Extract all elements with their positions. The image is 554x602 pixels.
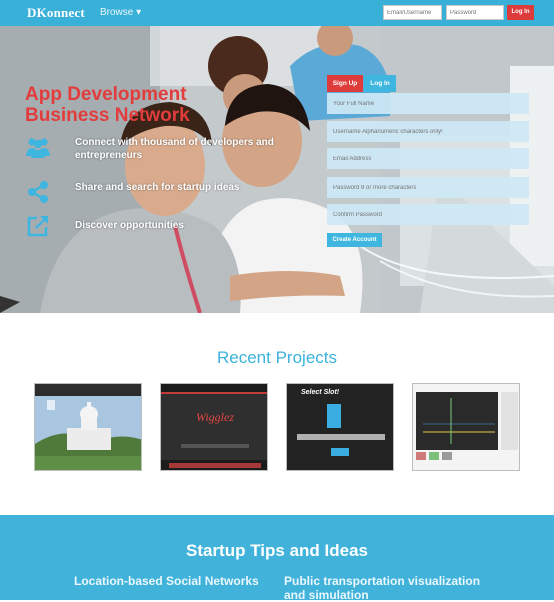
feature-connect-text: Connect with thousand of developers and … [75,137,274,161]
project-thumb-2-label: Wigglez [196,410,234,424]
tab-signup[interactable]: Sign Up [327,75,363,92]
logo[interactable]: DKonnect [27,5,85,21]
confirm-password-input[interactable] [327,204,529,225]
project-thumb-3-image [287,384,393,470]
full-name-input[interactable] [327,93,529,114]
project-thumb-2-image [161,384,267,470]
email-input[interactable] [327,148,529,169]
browse-label: Browse [100,7,134,18]
project-thumb-4-image [413,384,519,470]
tip-item[interactable]: Location-based Social Networks [74,574,284,588]
hero-title: App Development Business Network [25,84,190,126]
tab-login[interactable]: Log In [364,75,396,92]
share-icon [28,181,48,203]
users-icon [26,138,50,158]
project-thumb-2[interactable]: Wigglez [160,383,268,471]
login-password-input[interactable] [446,5,504,20]
top-nav-bar: DKonnect Browse ▾ Log In [0,0,554,26]
login-button[interactable]: Log In [507,5,534,20]
external-link-icon [27,216,48,237]
project-thumb-3-label: Select Slot! [301,389,340,396]
feature-share-text: Share and search for startup ideas [75,182,240,193]
create-account-button[interactable]: Create Account [327,233,382,247]
browse-menu[interactable]: Browse ▾ [100,7,141,18]
chevron-down-icon: ▾ [136,7,142,18]
feature-discover: Discover opportunities [25,213,315,245]
project-thumb-1[interactable] [34,383,142,471]
project-thumb-4[interactable] [412,383,520,471]
username-input[interactable] [327,121,529,142]
feature-discover-text: Discover opportunities [75,220,184,231]
feature-connect: Connect with thousand of developers and … [25,134,315,166]
project-thumb-1-image [35,384,141,470]
project-thumb-3[interactable]: Select Slot! [286,383,394,471]
tips-title: Startup Tips and Ideas [185,541,368,560]
feature-share: Share and search for startup ideas [25,179,315,211]
password-input[interactable] [327,177,529,198]
login-email-input[interactable] [383,5,442,20]
hero-photo [0,26,554,313]
tip-item[interactable]: Public transportation visualization and … [284,574,494,602]
recent-projects-title: Recent Projects [217,348,337,367]
hero-section: App Development Business Network Connect… [0,26,554,313]
